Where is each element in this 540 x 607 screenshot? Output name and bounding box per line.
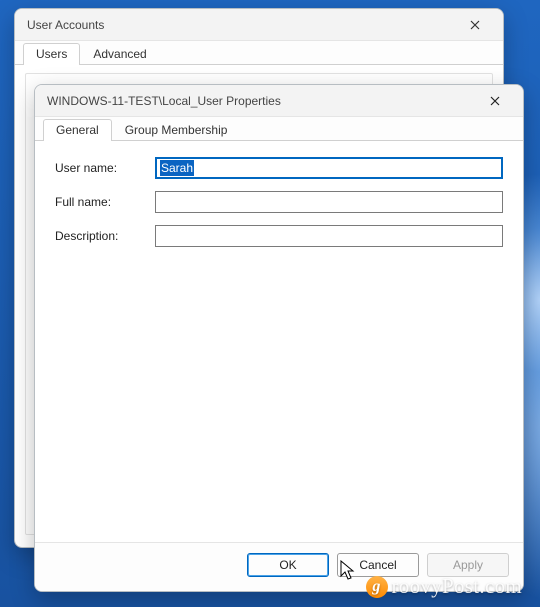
user-accounts-tabstrip: Users Advanced	[15, 41, 503, 65]
watermark-text: roovyPost.com	[392, 574, 522, 599]
user-properties-window: WINDOWS-11-TEST\Local_User Properties Ge…	[34, 84, 524, 592]
user-properties-title: WINDOWS-11-TEST\Local_User Properties	[47, 94, 475, 108]
field-row-fullname: Full name:	[55, 191, 503, 213]
field-row-description: Description:	[55, 225, 503, 247]
ok-button[interactable]: OK	[247, 553, 329, 577]
field-row-username: User name: Sarah	[55, 157, 503, 179]
description-label: Description:	[55, 229, 155, 243]
description-input[interactable]	[155, 225, 503, 247]
watermark: g roovyPost.com	[366, 574, 522, 599]
user-accounts-close-button[interactable]	[455, 13, 495, 37]
user-properties-tabstrip: General Group Membership	[35, 117, 523, 141]
close-icon	[470, 20, 480, 30]
fullname-label: Full name:	[55, 195, 155, 209]
watermark-badge-icon: g	[366, 576, 388, 598]
tab-advanced[interactable]: Advanced	[80, 43, 159, 65]
user-accounts-titlebar[interactable]: User Accounts	[15, 9, 503, 41]
general-tab-panel: User name: Sarah Full name: Description:	[35, 141, 523, 542]
tab-general[interactable]: General	[43, 119, 112, 141]
fullname-input[interactable]	[155, 191, 503, 213]
user-properties-titlebar[interactable]: WINDOWS-11-TEST\Local_User Properties	[35, 85, 523, 117]
tab-users[interactable]: Users	[23, 43, 80, 65]
close-icon	[490, 96, 500, 106]
username-label: User name:	[55, 161, 155, 175]
tab-group-membership[interactable]: Group Membership	[112, 119, 241, 141]
user-properties-close-button[interactable]	[475, 89, 515, 113]
user-accounts-title: User Accounts	[27, 18, 455, 32]
username-input[interactable]	[155, 157, 503, 179]
